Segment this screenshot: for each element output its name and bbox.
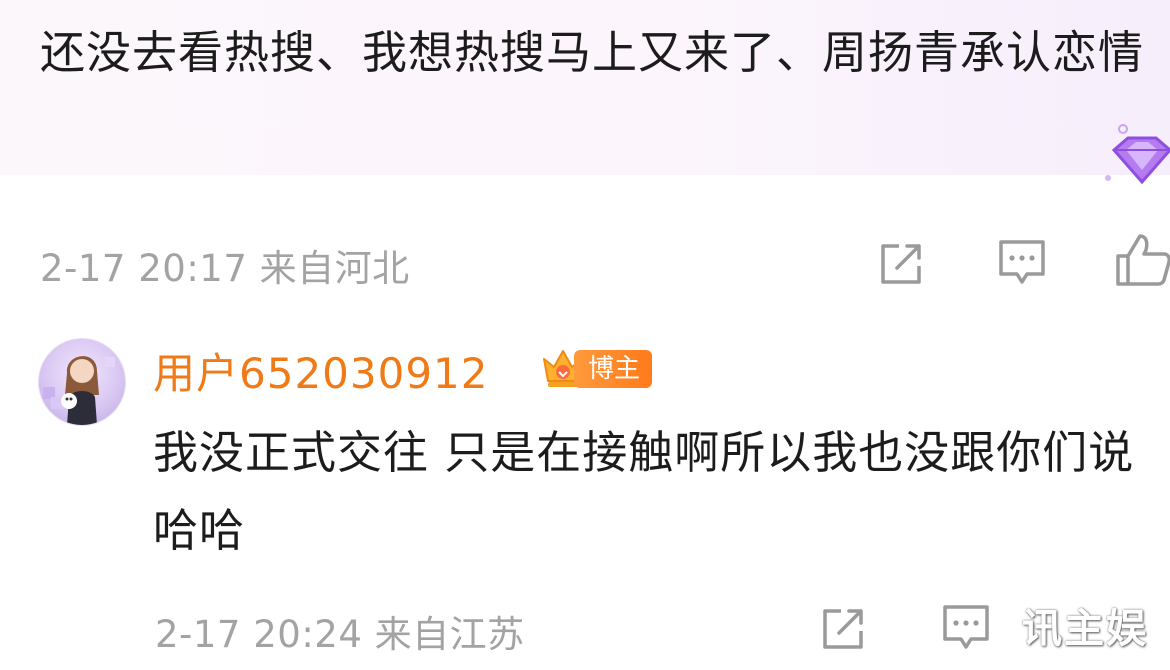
reply-meta: 2-17 20:24 来自江苏	[155, 613, 525, 656]
avatar-illustration	[43, 356, 115, 425]
share-icon[interactable]	[875, 238, 927, 290]
comment-card: 还没去看热搜、我想热搜马上又来了、周扬青承认恋情	[0, 0, 1170, 185]
like-icon[interactable]	[1114, 232, 1170, 288]
watermark: 讯主娱	[1022, 606, 1148, 652]
comment-icon[interactable]	[940, 601, 992, 653]
comment-meta: 2-17 20:17 来自河北	[40, 247, 410, 290]
reply-username[interactable]: 用户652030912	[153, 340, 489, 401]
share-icon[interactable]	[817, 603, 869, 655]
comment-icon[interactable]	[996, 236, 1048, 288]
gem-icon	[1105, 124, 1170, 185]
comment-text: 还没去看热搜、我想热搜马上又来了、周扬青承认恋情	[40, 26, 1145, 79]
author-badge: 博主	[574, 350, 653, 388]
avatar[interactable]	[38, 338, 126, 426]
reply-text: 我没正式交往 只是在接触啊所以我也没跟你们说哈哈	[153, 426, 1135, 557]
